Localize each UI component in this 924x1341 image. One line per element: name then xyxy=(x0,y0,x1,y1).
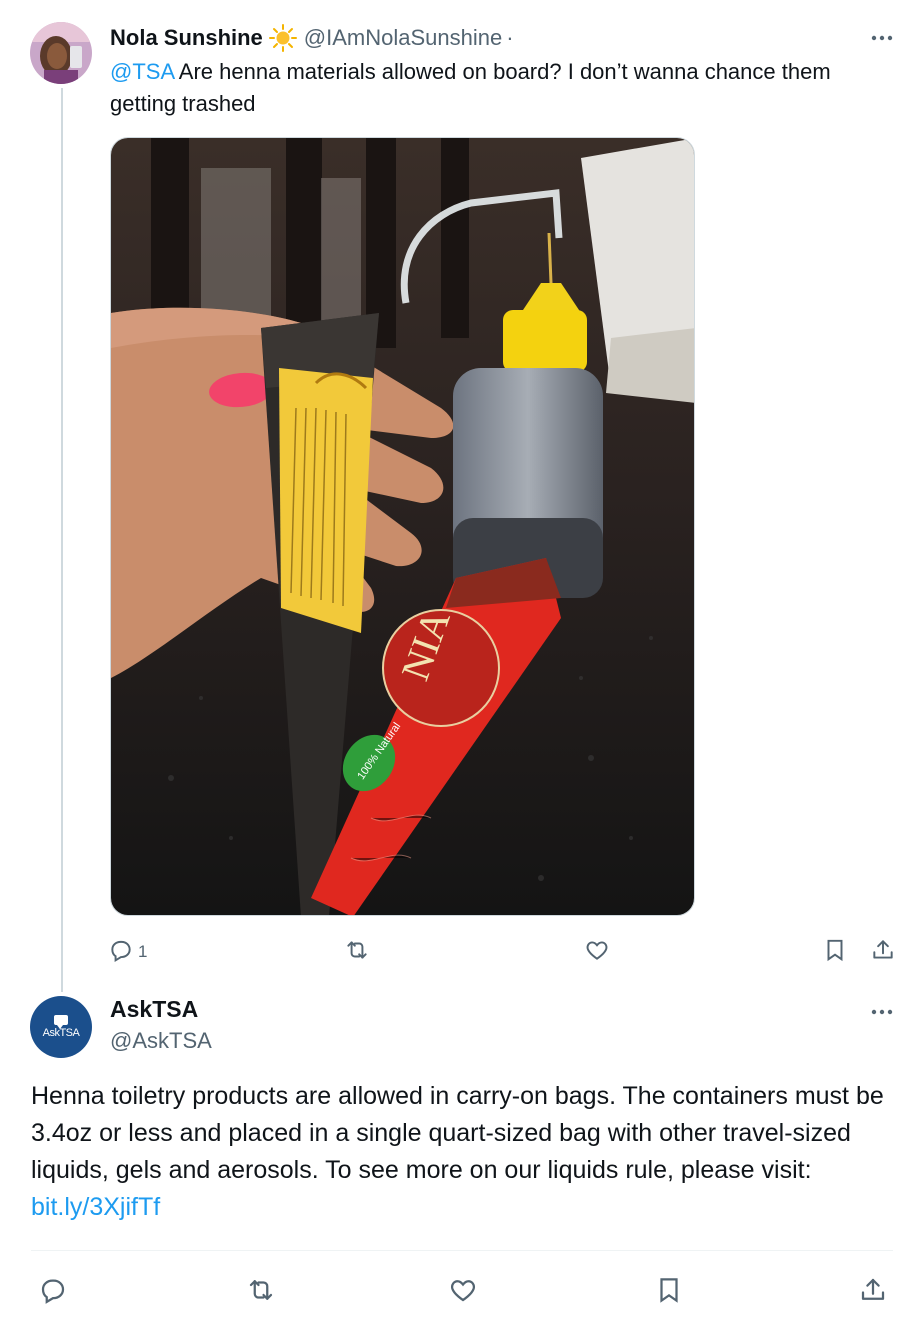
separator-dot: · xyxy=(506,25,514,50)
author-name[interactable]: Nola Sunshine xyxy=(110,25,263,51)
mention-link[interactable]: @TSA xyxy=(110,59,174,84)
sun-icon xyxy=(268,23,298,53)
tweet-photo[interactable]: NIA 100% Natural xyxy=(110,137,695,916)
bookmark-button[interactable] xyxy=(654,1272,684,1312)
like-icon xyxy=(448,1275,478,1310)
reply-icon xyxy=(108,937,134,968)
author-handle[interactable]: @IAmNolaSunshine xyxy=(304,25,502,51)
tweet1-header: Nola Sunshine @IAmNolaSunshine · xyxy=(110,22,514,54)
more-icon[interactable] xyxy=(866,22,898,54)
tweet1-actions: 1 xyxy=(108,932,900,972)
share-icon xyxy=(870,937,896,968)
like-button[interactable] xyxy=(448,1272,478,1312)
like-button[interactable] xyxy=(584,932,610,972)
retweet-icon xyxy=(246,1275,276,1310)
share-icon xyxy=(858,1275,888,1310)
tweet1-text: @TSA Are henna materials allowed on boar… xyxy=(110,56,900,120)
share-button[interactable] xyxy=(870,932,896,972)
tweet2-actions xyxy=(0,1272,924,1316)
bookmark-button[interactable] xyxy=(822,932,848,972)
thread-connector-line xyxy=(61,88,63,992)
liquids-rule-link[interactable]: bit.ly/3XjifTf xyxy=(31,1193,160,1221)
divider xyxy=(31,1250,893,1251)
bookmark-icon xyxy=(654,1275,684,1310)
avatar-nola-sunshine[interactable] xyxy=(30,22,92,84)
reply-icon xyxy=(38,1275,68,1310)
reply-count: 1 xyxy=(138,942,148,961)
author-handle-asktsa[interactable]: @AskTSA xyxy=(110,1028,212,1054)
reply-button[interactable] xyxy=(38,1272,68,1312)
like-icon xyxy=(584,937,610,968)
tweet2-text: Henna toiletry products are allowed in c… xyxy=(31,1078,893,1226)
tweet2-body: Henna toiletry products are allowed in c… xyxy=(31,1082,884,1184)
retweet-icon xyxy=(344,937,370,968)
tweet1-body: Are henna materials allowed on board? I … xyxy=(110,59,831,116)
chat-bubble-icon xyxy=(54,1015,68,1029)
retweet-button[interactable] xyxy=(344,932,370,972)
author-name-asktsa[interactable]: AskTSA xyxy=(110,996,198,1023)
henna-photo-illustration: NIA 100% Natural xyxy=(111,138,694,915)
avatar-asktsa[interactable]: AskTSA xyxy=(30,996,92,1058)
bookmark-icon xyxy=(822,937,848,968)
reply-button[interactable]: 1 xyxy=(108,932,147,972)
share-button[interactable] xyxy=(858,1272,888,1312)
retweet-button[interactable] xyxy=(246,1272,276,1312)
more-icon[interactable] xyxy=(866,996,898,1028)
